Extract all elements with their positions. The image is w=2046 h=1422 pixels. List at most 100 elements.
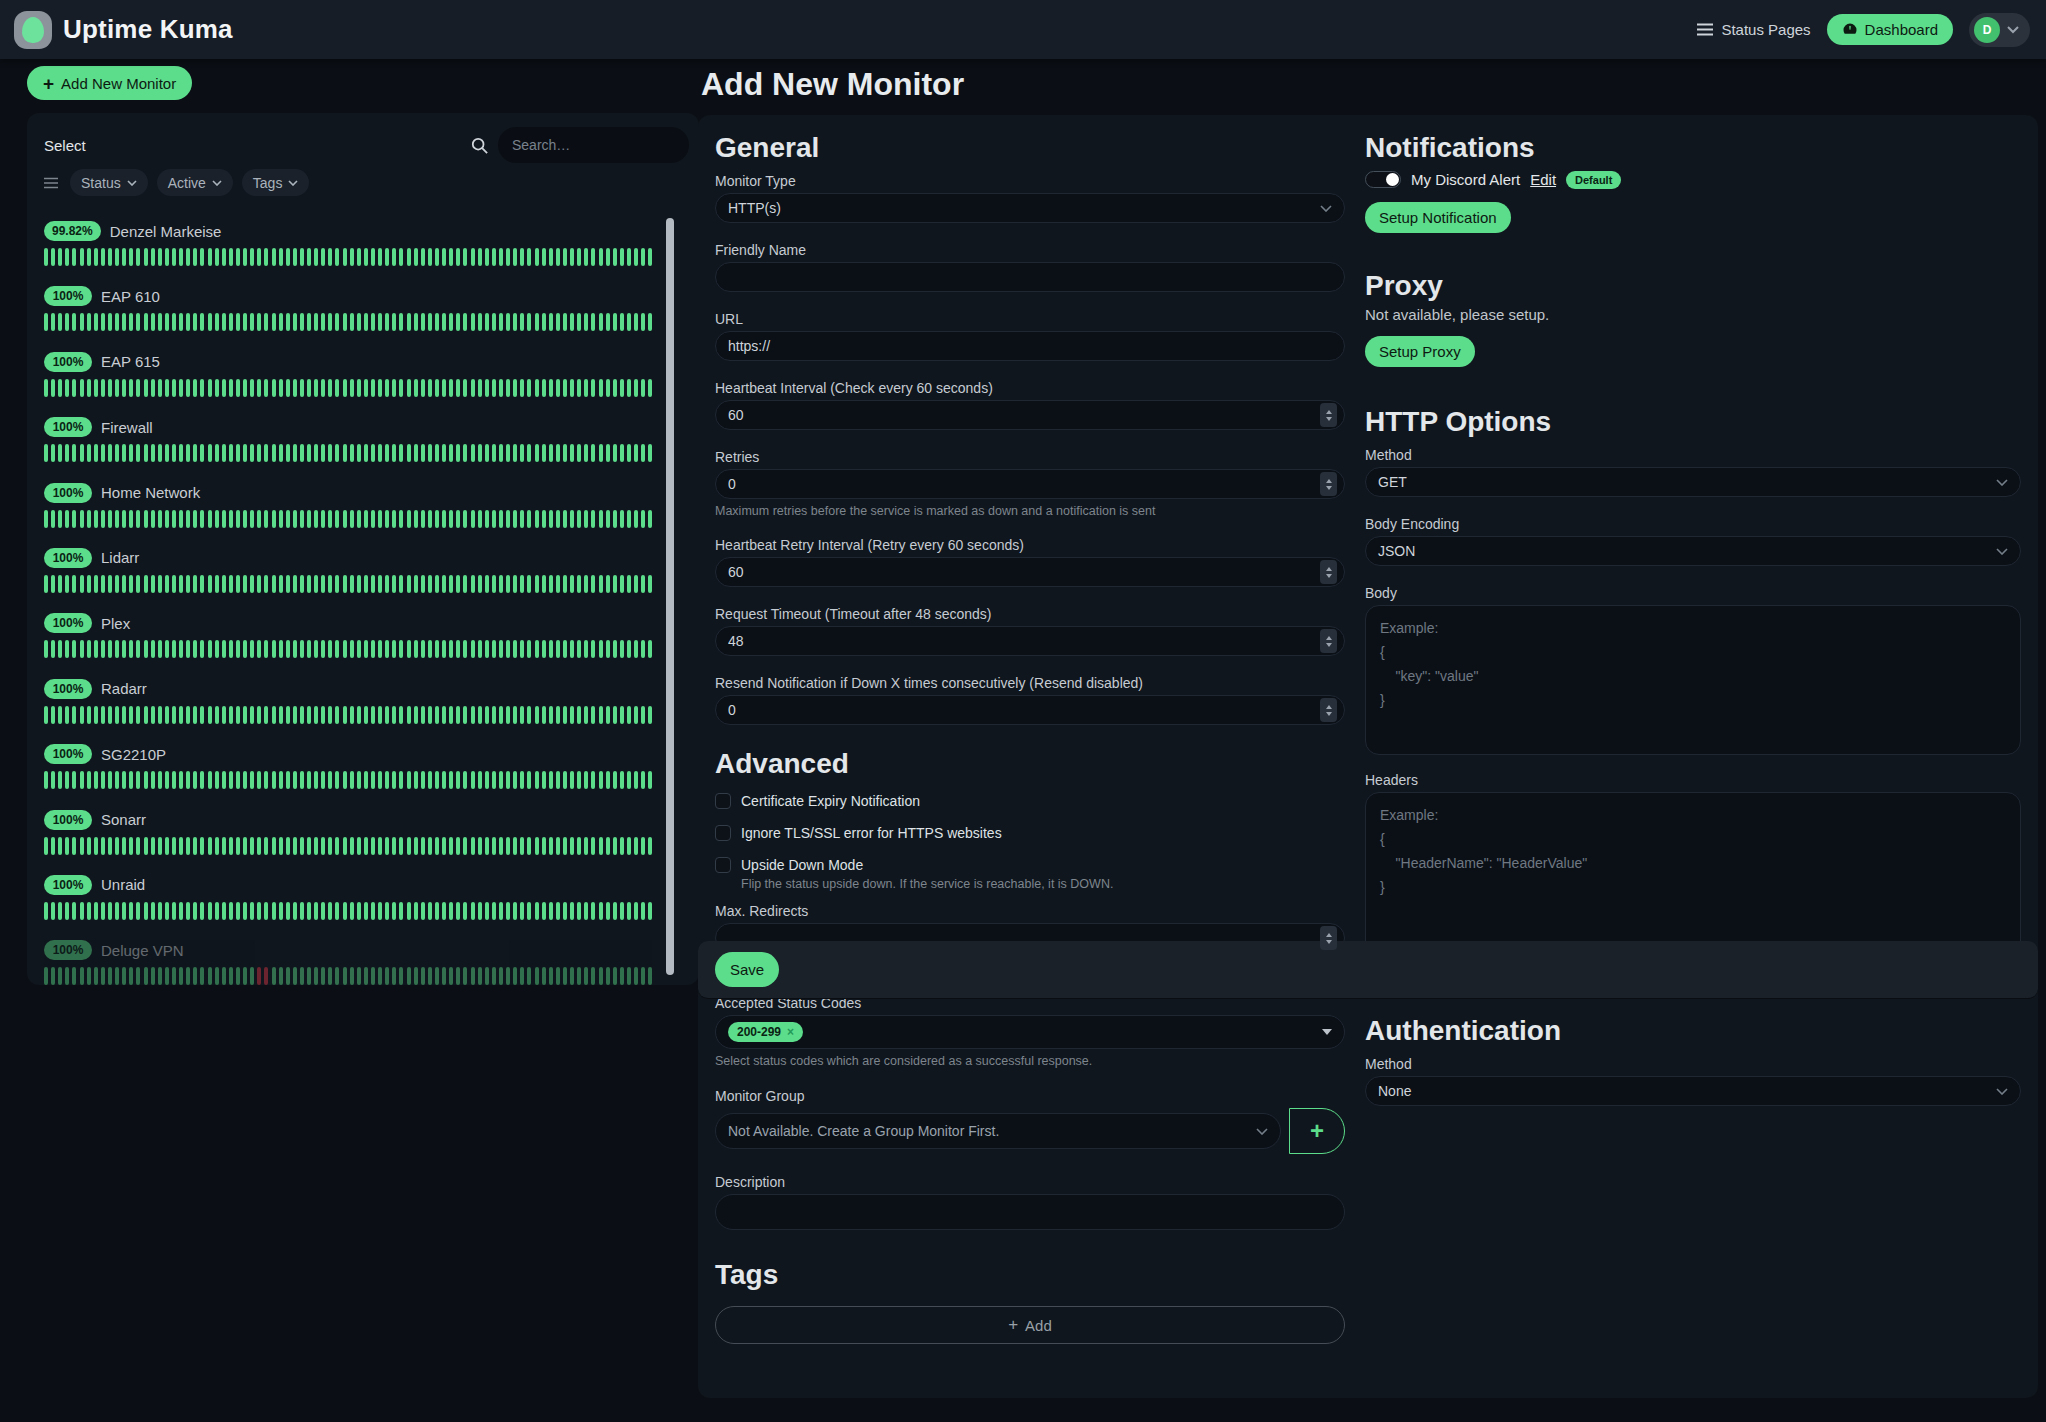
dashboard-button[interactable]: Dashboard <box>1827 14 1953 45</box>
body-encoding-value: JSON <box>1378 543 1415 559</box>
body-textarea[interactable] <box>1365 605 2021 755</box>
monitor-name: Radarr <box>101 680 147 697</box>
chevron-down-icon <box>1320 205 1332 212</box>
heartbeat-bar <box>44 510 689 528</box>
filter-active[interactable]: Active <box>157 169 233 196</box>
brand-name: Uptime Kuma <box>63 14 233 45</box>
setup-proxy-button[interactable]: Setup Proxy <box>1365 336 1475 367</box>
max-redirects-label: Max. Redirects <box>715 903 1345 919</box>
brand[interactable]: Uptime Kuma <box>14 11 233 49</box>
monitor-item[interactable]: 100%Lidarr <box>44 548 689 593</box>
status-code-tag-label: 200-299 <box>737 1026 781 1038</box>
number-spinner[interactable] <box>1320 698 1337 722</box>
retry-interval-input[interactable] <box>715 557 1345 587</box>
status-pages-link[interactable]: Status Pages <box>1697 21 1810 38</box>
monitor-item[interactable]: 100%Firewall <box>44 417 689 462</box>
monitor-list-panel: Select Status Active Tags <box>27 113 699 985</box>
accepted-status-codes-select[interactable]: 200-299 × <box>715 1015 1345 1049</box>
monitor-name: Plex <box>101 615 130 632</box>
body-label: Body <box>1365 585 2021 601</box>
monitor-item[interactable]: 100%Unraid <box>44 875 689 920</box>
default-badge: Default <box>1566 171 1621 189</box>
tags-heading: Tags <box>715 1260 1345 1290</box>
number-spinner[interactable] <box>1320 926 1337 950</box>
uptime-badge: 100% <box>44 875 92 895</box>
monitor-item[interactable]: 100% Sonarr <box>44 810 689 855</box>
heartbeat-bar <box>44 967 689 985</box>
add-new-monitor-label: Add New Monitor <box>61 75 176 92</box>
monitor-group-label: Monitor Group <box>715 1088 1345 1104</box>
form-column-left: General Monitor Type HTTP(s) Friendly Na… <box>715 133 1345 1344</box>
caret-down-icon <box>1322 1029 1332 1035</box>
number-spinner[interactable] <box>1320 560 1337 584</box>
upside-down-label: Upside Down Mode <box>741 857 863 873</box>
monitor-name: Deluge VPN <box>101 942 184 959</box>
navbar: Uptime Kuma Status Pages Dashboard D <box>0 0 2046 59</box>
monitor-item[interactable]: 100%Radarr <box>44 679 689 724</box>
resend-input[interactable] <box>715 695 1345 725</box>
number-spinner[interactable] <box>1320 629 1337 653</box>
monitor-item[interactable]: 99.82%Denzel Markeise <box>44 221 689 266</box>
heartbeat-interval-input[interactable] <box>715 400 1345 430</box>
monitor-item[interactable]: 100%SG2210P <box>44 744 689 789</box>
url-input[interactable] <box>715 331 1345 361</box>
add-new-monitor-button[interactable]: + Add New Monitor <box>27 66 192 100</box>
save-button[interactable]: Save <box>715 952 779 987</box>
monitor-item[interactable]: 100%EAP 615 <box>44 352 689 397</box>
body-encoding-select[interactable]: JSON <box>1365 536 2021 566</box>
number-spinner[interactable] <box>1320 403 1337 427</box>
monitor-type-select[interactable]: HTTP(s) <box>715 193 1345 223</box>
heartbeat-bar <box>44 248 689 266</box>
uptime-badge: 100% <box>44 613 92 633</box>
timeout-input[interactable] <box>715 626 1345 656</box>
description-input[interactable] <box>715 1194 1345 1230</box>
number-spinner[interactable] <box>1320 472 1337 496</box>
chevron-down-icon <box>1256 1128 1268 1135</box>
add-tag-button[interactable]: + Add <box>715 1306 1345 1344</box>
monitor-name: Sonarr <box>101 811 146 828</box>
select-button[interactable]: Select <box>44 137 86 154</box>
chevron-down-icon <box>1996 1088 2008 1095</box>
filter-status[interactable]: Status <box>70 169 148 196</box>
monitor-group-select[interactable]: Not Available. Create a Group Monitor Fi… <box>715 1113 1281 1149</box>
chevron-down-icon <box>212 180 222 186</box>
user-menu[interactable]: D <box>1969 13 2030 47</box>
friendly-name-label: Friendly Name <box>715 242 1345 258</box>
status-code-tag[interactable]: 200-299 × <box>728 1022 803 1042</box>
ignore-tls-checkbox[interactable] <box>715 825 731 841</box>
setup-notification-button[interactable]: Setup Notification <box>1365 202 1511 233</box>
upside-down-checkbox[interactable] <box>715 857 731 873</box>
notification-toggle[interactable] <box>1365 171 1401 188</box>
add-group-button[interactable]: + <box>1289 1108 1345 1154</box>
monitor-name: SG2210P <box>101 746 166 763</box>
retries-input[interactable] <box>715 469 1345 499</box>
url-label: URL <box>715 311 1345 327</box>
monitor-item[interactable]: 100%EAP 610 <box>44 286 689 331</box>
notifications-heading: Notifications <box>1365 133 2021 163</box>
plus-icon: + <box>1008 1315 1018 1335</box>
sidebar: + Add New Monitor Select Status Active <box>27 66 699 985</box>
friendly-name-input[interactable] <box>715 262 1345 292</box>
main-content: Add New Monitor General Monitor Type HTT… <box>698 66 2038 1398</box>
filter-tags[interactable]: Tags <box>242 169 310 196</box>
search-input[interactable] <box>498 127 689 163</box>
http-method-select[interactable]: GET <box>1365 467 2021 497</box>
uptime-badge: 100% <box>44 810 92 830</box>
monitor-name: Lidarr <box>101 549 139 566</box>
cert-expiry-checkbox[interactable] <box>715 793 731 809</box>
notification-edit-link[interactable]: Edit <box>1530 171 1556 188</box>
headers-label: Headers <box>1365 772 2021 788</box>
monitor-group-value: Not Available. Create a Group Monitor Fi… <box>728 1123 999 1139</box>
scrollbar[interactable] <box>666 218 674 975</box>
chevron-down-icon <box>2007 26 2019 34</box>
uptime-badge: 99.82% <box>44 221 101 241</box>
monitor-item[interactable]: 100%Deluge VPN <box>44 940 689 985</box>
description-label: Description <box>715 1174 1345 1190</box>
filter-list-icon[interactable] <box>44 177 58 189</box>
auth-method-select[interactable]: None <box>1365 1076 2021 1106</box>
monitor-item[interactable]: 100% Plex <box>44 613 689 658</box>
remove-tag-icon[interactable]: × <box>787 1026 794 1038</box>
monitor-item[interactable]: 100%Home Network <box>44 483 689 528</box>
upside-down-help: Flip the status upside down. If the serv… <box>715 877 1345 891</box>
uptime-badge: 100% <box>44 483 92 503</box>
